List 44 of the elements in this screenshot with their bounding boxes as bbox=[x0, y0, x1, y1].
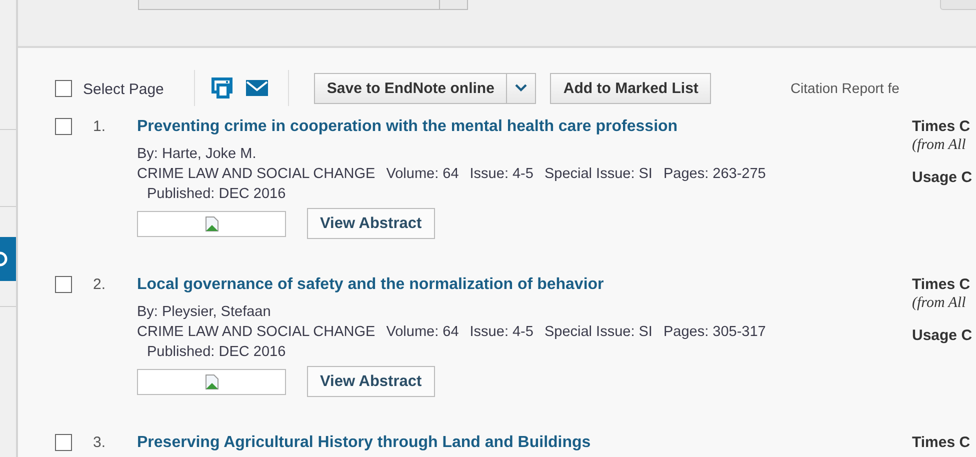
source-detail: Pages: 263-275 bbox=[663, 166, 766, 182]
published-date: Published: DEC 2016 bbox=[146, 343, 287, 362]
record-title-link[interactable]: Preserving Agricultural History through Land and Buildings bbox=[137, 434, 912, 452]
usage-count-label: Usage C bbox=[912, 169, 974, 187]
record-title-link[interactable]: Local governance of safety and the normalization of behavior bbox=[137, 276, 912, 294]
source-detail: Volume: 64 bbox=[386, 324, 459, 340]
times-cited-source: (from All bbox=[912, 136, 967, 154]
dropdown-button[interactable] bbox=[507, 72, 536, 104]
add-to-marked-list-button[interactable]: Add to Marked List bbox=[550, 72, 712, 104]
view-abstract-button[interactable]: View Abstract bbox=[307, 366, 435, 397]
times-cited-label: Times C bbox=[912, 118, 972, 136]
broken-image-icon bbox=[137, 210, 286, 236]
broken-image-icon bbox=[137, 368, 286, 394]
source-detail: Issue: 4-5 bbox=[470, 324, 534, 340]
journal-name: CRIME LAW AND SOCIAL CHANGE bbox=[137, 166, 376, 182]
times-cited-source: (from All bbox=[912, 294, 967, 312]
times-cited-label: Times C bbox=[912, 276, 972, 294]
record-number: 1. bbox=[93, 118, 107, 137]
source-detail: Special Issue: SI bbox=[544, 166, 652, 182]
save-to-endnote-button[interactable]: Save to EndNote online bbox=[314, 72, 508, 104]
print-icon[interactable] bbox=[210, 77, 233, 99]
sidebar-tab[interactable] bbox=[0, 237, 16, 281]
select-page-label[interactable]: Select Page bbox=[83, 78, 164, 102]
record-title-link[interactable]: Preventing crime in cooperation with the mental health care profession bbox=[137, 118, 912, 136]
checkbox[interactable] bbox=[55, 118, 72, 135]
times-cited-label: Times C bbox=[912, 434, 972, 452]
record-number: 3. bbox=[93, 434, 107, 453]
source-detail: Issue: 4-5 bbox=[470, 166, 534, 182]
source-detail: Special Issue: SI bbox=[544, 324, 652, 340]
email-icon[interactable] bbox=[246, 80, 268, 96]
record-number: 2. bbox=[93, 276, 107, 295]
source-detail: Pages: 305-317 bbox=[663, 324, 766, 340]
checkbox[interactable] bbox=[55, 276, 72, 293]
checkbox[interactable] bbox=[55, 434, 72, 451]
author-text: By: Pleysier, Stefaan bbox=[137, 303, 272, 322]
usage-count-label: Usage C bbox=[912, 327, 974, 345]
citation-report-link[interactable]: Citation Report fe bbox=[790, 78, 900, 98]
author-text: By: Harte, Joke M. bbox=[137, 145, 258, 164]
view-abstract-button[interactable]: View Abstract bbox=[307, 208, 435, 239]
published-date: Published: DEC 2016 bbox=[146, 185, 287, 204]
checkbox[interactable] bbox=[55, 80, 72, 96]
caret-icon bbox=[515, 84, 528, 92]
journal-name: CRIME LAW AND SOCIAL CHANGE bbox=[137, 324, 376, 340]
source-detail: Volume: 64 bbox=[386, 166, 459, 182]
